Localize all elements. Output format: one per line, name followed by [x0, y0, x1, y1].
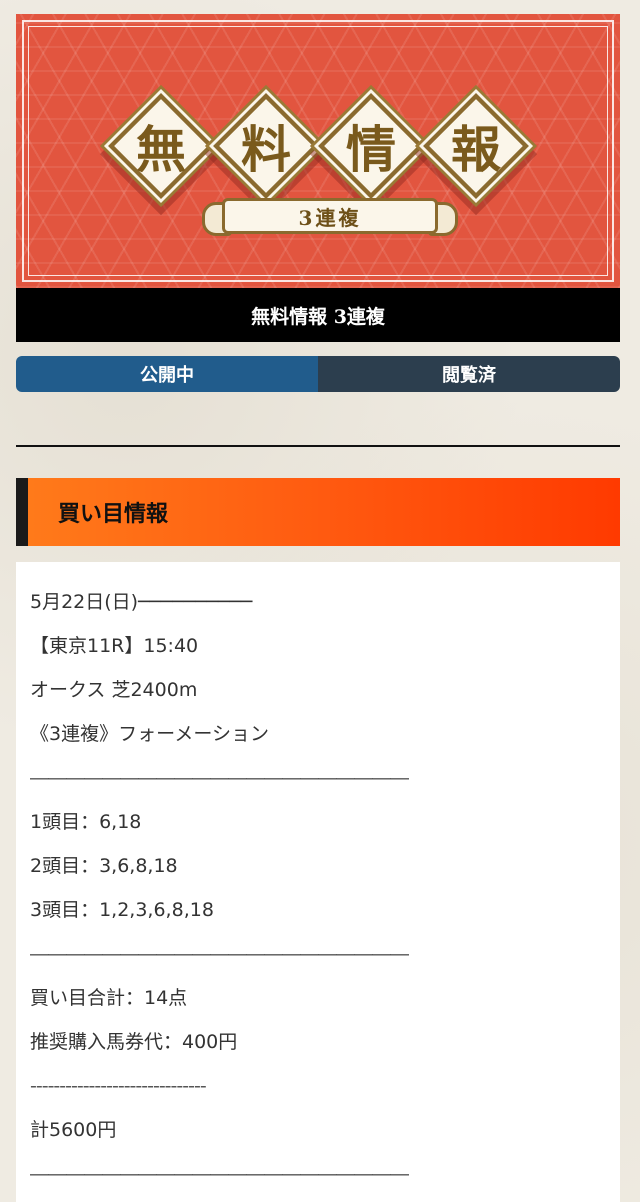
section-header: 買い目情報: [16, 478, 620, 546]
race-venue-time: 【東京11R】15:40: [30, 635, 199, 657]
diamond-tile: 料: [213, 93, 319, 199]
banner-diamonds: 無 料 情 報: [16, 14, 620, 288]
third-horse-picks: 3頭目：1,2,3,6,8,18: [30, 899, 214, 921]
second-horse-picks: 2頭目：3,6,8,18: [30, 855, 178, 877]
status-tabs: 公開中 閲覧済: [16, 356, 620, 392]
bet-type: 《3連複》フォーメーション: [30, 723, 269, 745]
text-rule: ―――――――――――――――――――――: [30, 943, 409, 965]
text-rule: ―――――――――――――――――――――: [30, 1163, 409, 1185]
ribbon-body: 3連複: [222, 198, 438, 234]
ribbon-text: 3連複: [298, 205, 362, 230]
tab-viewed[interactable]: 閲覧済: [318, 356, 620, 392]
banner-ribbon: 3連複: [200, 192, 460, 242]
race-date: 5月22日(日)──────────: [30, 591, 253, 613]
race-name-course: オークス 芝2400m: [30, 679, 198, 701]
section-divider: [16, 445, 620, 447]
first-horse-picks: 1頭目：6,18: [30, 811, 142, 833]
text-rule: ―――――――――――――――――――――: [30, 767, 409, 789]
page-title: 無料情報 3連複: [16, 288, 620, 342]
diamond-tile: 報: [423, 93, 529, 199]
grand-total: 計5600円: [30, 1119, 117, 1141]
banner-char: 無: [136, 120, 186, 179]
dashed-rule: ------------------------------: [30, 1075, 207, 1097]
banner-char: 料: [241, 120, 291, 179]
total-bets: 買い目合計：14点: [30, 987, 188, 1009]
diamond-tile: 無: [108, 93, 214, 199]
free-info-banner: 無 料 情 報 3連複: [16, 14, 620, 288]
section-title: 買い目情報: [58, 501, 169, 527]
betting-info-content: 5月22日(日)────────── 【東京11R】15:40 オークス 芝24…: [16, 562, 620, 1202]
diamond-tile: 情: [318, 93, 424, 199]
banner-char: 報: [451, 120, 501, 179]
recommended-stake: 推奨購入馬券代：400円: [30, 1031, 238, 1053]
banner-char: 情: [346, 120, 396, 179]
tab-public[interactable]: 公開中: [16, 356, 318, 392]
